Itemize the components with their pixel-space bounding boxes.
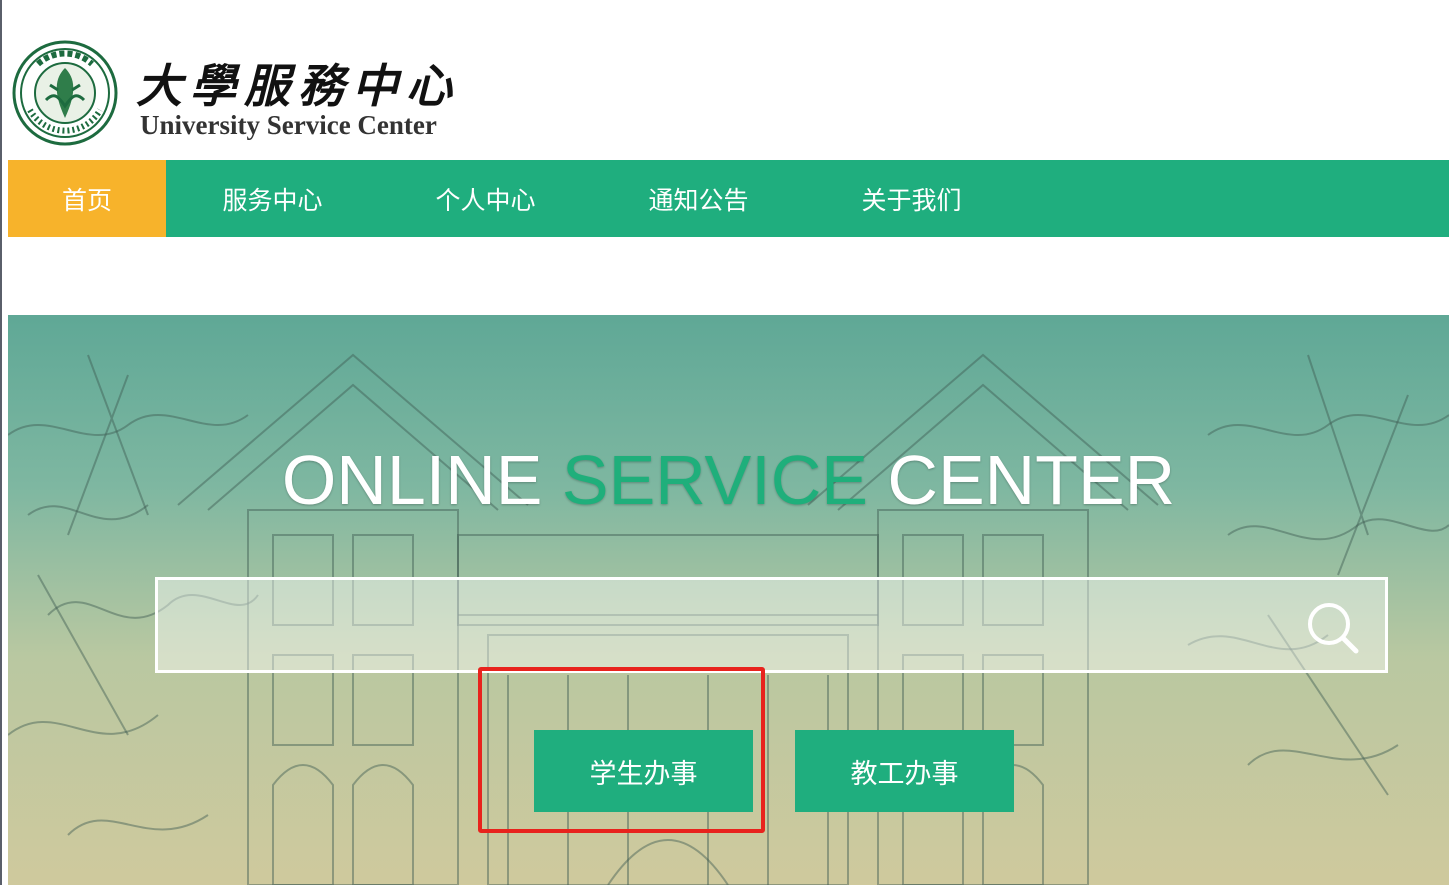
hero-banner: ONLINE SERVICE CENTER 学生办事 教工办事 xyxy=(8,315,1449,885)
page: 大學服務中心 University Service Center 首页 服务中心… xyxy=(0,0,1449,885)
hero-title-part1: ONLINE xyxy=(281,441,562,519)
nav-item-personal-center[interactable]: 个人中心 xyxy=(379,160,592,237)
search-icon[interactable] xyxy=(1305,600,1361,654)
site-header: 大學服務中心 University Service Center xyxy=(8,0,1449,160)
nav-item-announcements[interactable]: 通知公告 xyxy=(592,160,805,237)
sun-yat-sen-university-seal-icon[interactable] xyxy=(12,40,118,146)
brand-name-english: University Service Center xyxy=(140,110,437,140)
hero-title: ONLINE SERVICE CENTER xyxy=(8,440,1449,520)
search-box xyxy=(155,577,1388,673)
search-input[interactable] xyxy=(158,580,1298,670)
hero-title-part2: CENTER xyxy=(867,441,1176,519)
nav-item-about-us[interactable]: 关于我们 xyxy=(805,160,1018,237)
window-left-edge xyxy=(0,0,8,885)
staff-services-button[interactable]: 教工办事 xyxy=(795,730,1014,812)
hero-title-accent: SERVICE xyxy=(561,441,868,519)
student-services-button[interactable]: 学生办事 xyxy=(534,730,753,812)
nav-item-service-center[interactable]: 服务中心 xyxy=(166,160,379,237)
main-nav: 首页 服务中心 个人中心 通知公告 关于我们 xyxy=(8,160,1449,237)
nav-item-home[interactable]: 首页 xyxy=(8,160,166,237)
brand-name-chinese: 大學服務中心 xyxy=(136,59,460,113)
